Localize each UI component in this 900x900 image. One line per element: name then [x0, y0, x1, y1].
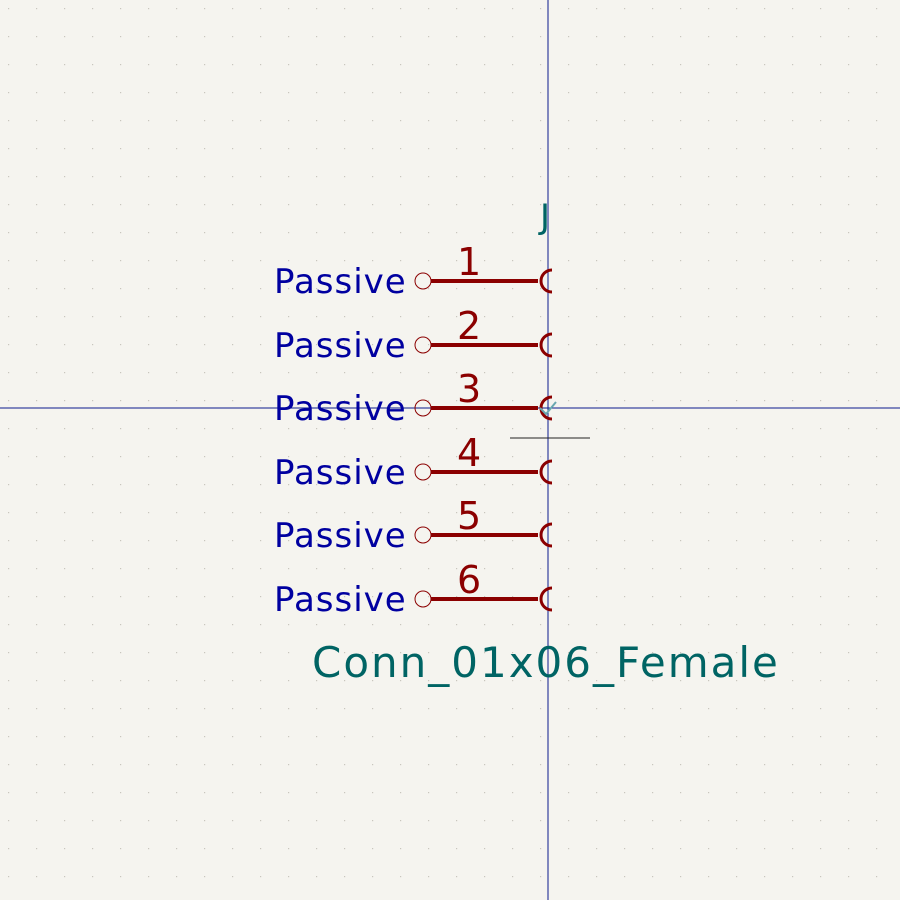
pin-type-label: Passive — [274, 389, 407, 429]
pin-type-label: Passive — [274, 516, 407, 556]
pin-number: 4 — [457, 431, 481, 475]
pin-number: 3 — [457, 367, 481, 411]
pin-number: 1 — [457, 240, 481, 284]
symbol-value[interactable]: Conn_01x06_Female — [312, 638, 780, 687]
reference-designator[interactable]: J — [538, 197, 550, 237]
pin-number: 2 — [457, 304, 481, 348]
pin-type-label: Passive — [274, 453, 407, 493]
pin-type-label: Passive — [274, 326, 407, 366]
schematic-canvas[interactable]: J Passive 1 Passive 2 Passive 3 Passive 4 Passiv… — [0, 0, 900, 900]
pin-type-label: Passive — [274, 580, 407, 620]
pin-number: 5 — [457, 494, 481, 538]
pin-number: 6 — [457, 558, 481, 602]
pin-type-label: Passive — [274, 262, 407, 302]
